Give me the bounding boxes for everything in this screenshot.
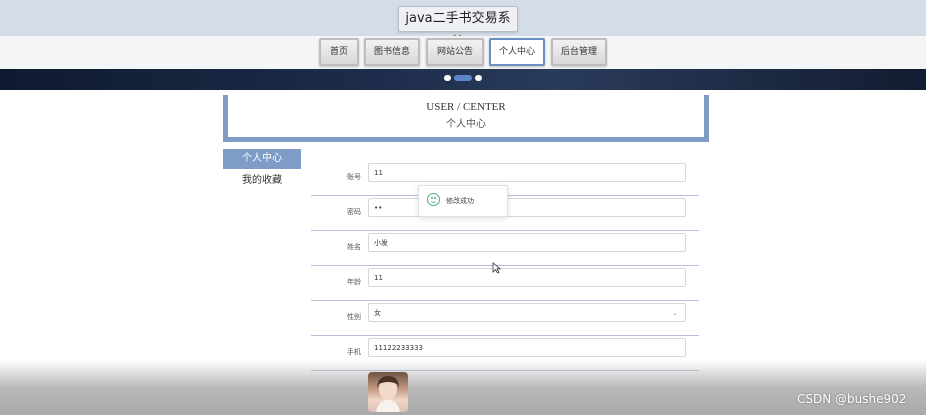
watermark-text: CSDN @bushe902 bbox=[797, 392, 907, 406]
section-header: USER / CENTER 个人中心 bbox=[223, 95, 709, 142]
form-row-name: 姓名 小发 bbox=[311, 230, 699, 266]
sidebar-item-favorites[interactable]: 我的收藏 bbox=[223, 171, 301, 191]
gender-label: 性别 bbox=[347, 313, 361, 321]
name-input[interactable]: 小发 bbox=[368, 233, 686, 252]
account-input[interactable]: 11 bbox=[368, 163, 686, 182]
toast-message: 修改成功 bbox=[446, 197, 474, 205]
section-title-cn: 个人中心 bbox=[446, 119, 486, 130]
main-nav: 首页 图书信息 网站公告 个人中心 后台管理 bbox=[0, 36, 926, 69]
mouse-cursor-icon bbox=[492, 262, 501, 274]
nav-admin[interactable]: 后台管理 bbox=[551, 38, 607, 66]
age-label: 年龄 bbox=[347, 278, 361, 286]
nav-book-info[interactable]: 图书信息 bbox=[364, 38, 420, 66]
smile-icon bbox=[427, 193, 440, 206]
carousel-dot-1[interactable] bbox=[444, 75, 451, 81]
sidebar-item-personal-center[interactable]: 个人中心 bbox=[223, 149, 301, 169]
nav-announcements[interactable]: 网站公告 bbox=[426, 38, 484, 66]
banner-carousel bbox=[0, 69, 926, 90]
form-row-gender: 性别 女 ⌄ bbox=[311, 300, 699, 336]
carousel-dot-2[interactable] bbox=[454, 75, 472, 81]
nav-home[interactable]: 首页 bbox=[319, 38, 359, 66]
avatar[interactable] bbox=[368, 372, 408, 412]
site-title: java二手书交易系统 bbox=[398, 6, 518, 50]
carousel-dot-3[interactable] bbox=[475, 75, 482, 81]
name-label: 姓名 bbox=[347, 243, 361, 251]
gender-selected-value: 女 bbox=[374, 309, 381, 317]
section-title-en: USER / CENTER bbox=[426, 101, 506, 113]
form-row-age: 年龄 11 bbox=[311, 265, 699, 301]
success-toast: 修改成功 bbox=[418, 185, 508, 217]
age-input[interactable]: 11 bbox=[368, 268, 686, 287]
bottom-overlay bbox=[0, 360, 926, 415]
phone-input[interactable]: 11122233333 bbox=[368, 338, 686, 357]
top-header-bar: java二手书交易系统 bbox=[0, 0, 926, 50]
password-label: 密码 bbox=[347, 208, 361, 216]
phone-label: 手机 bbox=[347, 348, 361, 356]
chevron-down-icon: ⌄ bbox=[672, 309, 678, 317]
nav-personal-center[interactable]: 个人中心 bbox=[489, 38, 545, 66]
account-label: 账号 bbox=[347, 173, 361, 181]
password-input[interactable]: •• bbox=[368, 198, 686, 217]
gender-select[interactable]: 女 ⌄ bbox=[368, 303, 686, 322]
